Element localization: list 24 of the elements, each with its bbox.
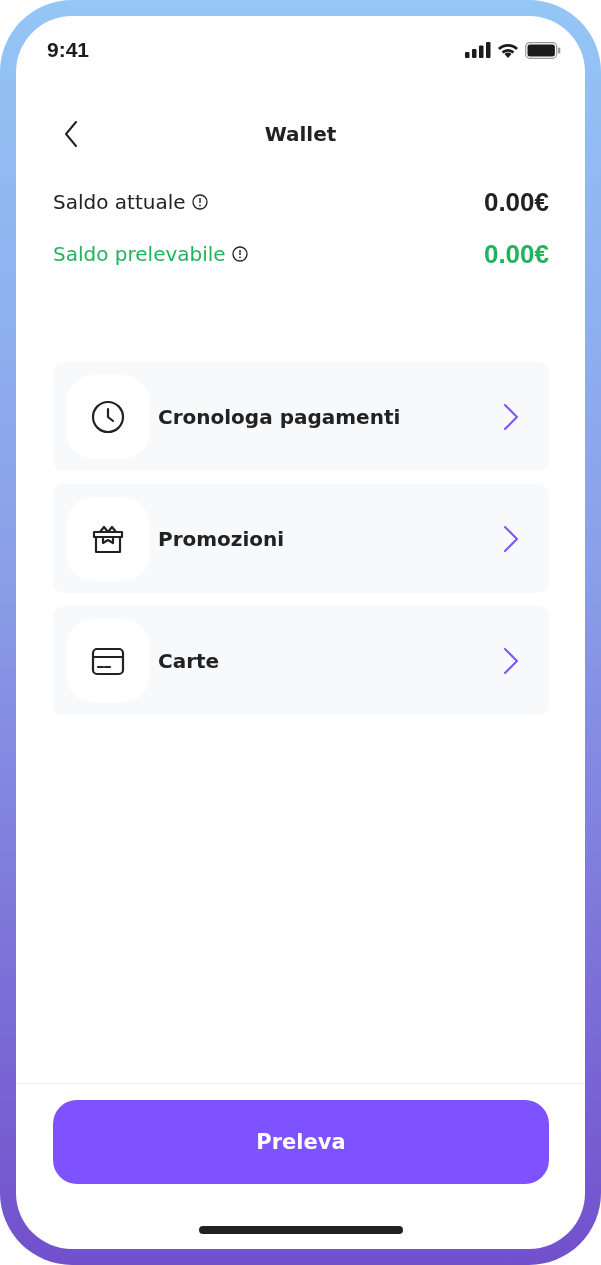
withdraw-button[interactable]: Preleva — [53, 1100, 549, 1184]
balance-label: Saldo attuale — [53, 190, 186, 214]
menu-item[interactable]: Carte — [53, 606, 549, 715]
battery-icon — [525, 41, 561, 59]
signal-icon — [465, 42, 491, 58]
chevron-right-icon — [503, 524, 519, 553]
balance-label: Saldo prelevabile — [53, 242, 226, 266]
menu-item-label: Cronologa pagamenti — [158, 404, 402, 429]
menu-item[interactable]: Cronologa pagamenti — [53, 362, 549, 471]
screen-title: Wallet — [263, 122, 338, 146]
credit-card-icon — [91, 645, 125, 676]
clock-icon — [91, 399, 125, 434]
info-icon[interactable] — [231, 246, 248, 262]
chevron-right-icon — [503, 646, 519, 675]
balance-amount: 0.00€ — [483, 186, 549, 218]
status-time: 9:41 — [47, 38, 90, 62]
chevron-right-icon — [503, 402, 519, 431]
menu-item-label: Carte — [158, 648, 221, 673]
info-icon[interactable] — [191, 194, 208, 210]
back-icon — [64, 121, 78, 147]
menu-item[interactable]: Promozioni — [53, 484, 549, 593]
balance-amount: 0.00€ — [483, 238, 549, 270]
wifi-icon — [497, 42, 519, 58]
menu-item-label: Promozioni — [158, 526, 286, 551]
